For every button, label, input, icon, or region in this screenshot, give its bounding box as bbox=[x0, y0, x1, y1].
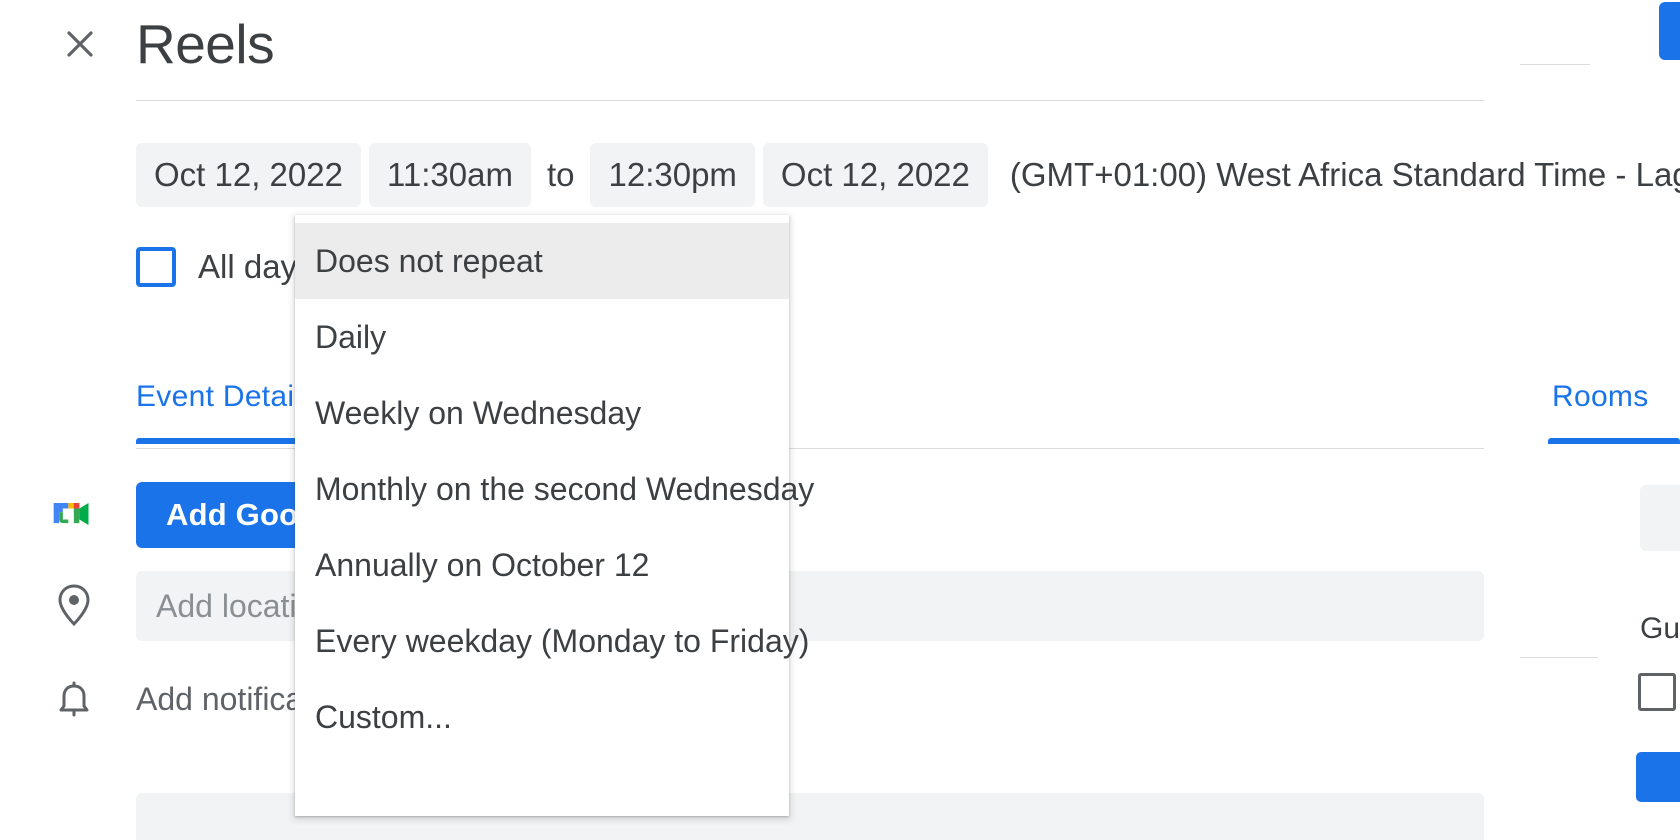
close-icon[interactable] bbox=[56, 20, 104, 68]
tab-rooms[interactable]: Rooms bbox=[1552, 380, 1649, 414]
timezone-label[interactable]: (GMT+01:00) West Africa Standard Time - … bbox=[988, 156, 1680, 194]
location-pin-icon bbox=[52, 582, 96, 626]
start-date-chip[interactable]: Oct 12, 2022 bbox=[136, 143, 361, 207]
menu-item-does-not-repeat[interactable]: Does not repeat bbox=[295, 223, 789, 299]
page-title: Reels bbox=[136, 13, 275, 75]
right-blue-control[interactable] bbox=[1636, 752, 1680, 802]
tab-rooms-underline bbox=[1548, 438, 1680, 444]
all-day-checkbox[interactable] bbox=[136, 247, 176, 287]
all-day-row: All day bbox=[136, 245, 297, 289]
right-divider-top bbox=[1520, 64, 1590, 65]
start-time-chip[interactable]: 11:30am bbox=[368, 143, 531, 207]
menu-item-daily[interactable]: Daily bbox=[295, 299, 789, 375]
right-divider-bottom bbox=[1520, 657, 1598, 658]
modify-event-checkbox[interactable] bbox=[1638, 673, 1676, 711]
all-day-label: All day bbox=[198, 248, 298, 285]
menu-item-weekly[interactable]: Weekly on Wednesday bbox=[295, 375, 789, 451]
rooms-search-field[interactable] bbox=[1640, 485, 1680, 551]
recurrence-dropdown-menu: Does not repeat Daily Weekly on Wednesda… bbox=[295, 215, 814, 816]
menu-item-custom[interactable]: Custom... bbox=[295, 679, 789, 755]
event-editor-screen: Reels Save Oct 12, 2022 11:30am to 12:30… bbox=[0, 0, 1680, 840]
google-meet-icon bbox=[50, 492, 98, 532]
save-button[interactable]: Save bbox=[1659, 2, 1680, 60]
guest-permissions-label: Guest permissions bbox=[1640, 612, 1680, 645]
datetime-row: Oct 12, 2022 11:30am to 12:30pm Oct 12, … bbox=[136, 143, 1680, 207]
menu-item-monthly[interactable]: Monthly on the second Wednesday bbox=[295, 451, 814, 527]
title-divider bbox=[136, 100, 1484, 101]
to-label: to bbox=[546, 156, 575, 193]
menu-item-annually[interactable]: Annually on October 12 bbox=[295, 527, 789, 603]
menu-item-every-weekday[interactable]: Every weekday (Monday to Friday) bbox=[295, 603, 809, 679]
bell-icon bbox=[52, 680, 96, 724]
end-date-chip[interactable]: Oct 12, 2022 bbox=[762, 143, 988, 207]
tab-event-details[interactable]: Event Details bbox=[136, 380, 317, 414]
end-time-chip[interactable]: 12:30pm bbox=[590, 143, 755, 207]
